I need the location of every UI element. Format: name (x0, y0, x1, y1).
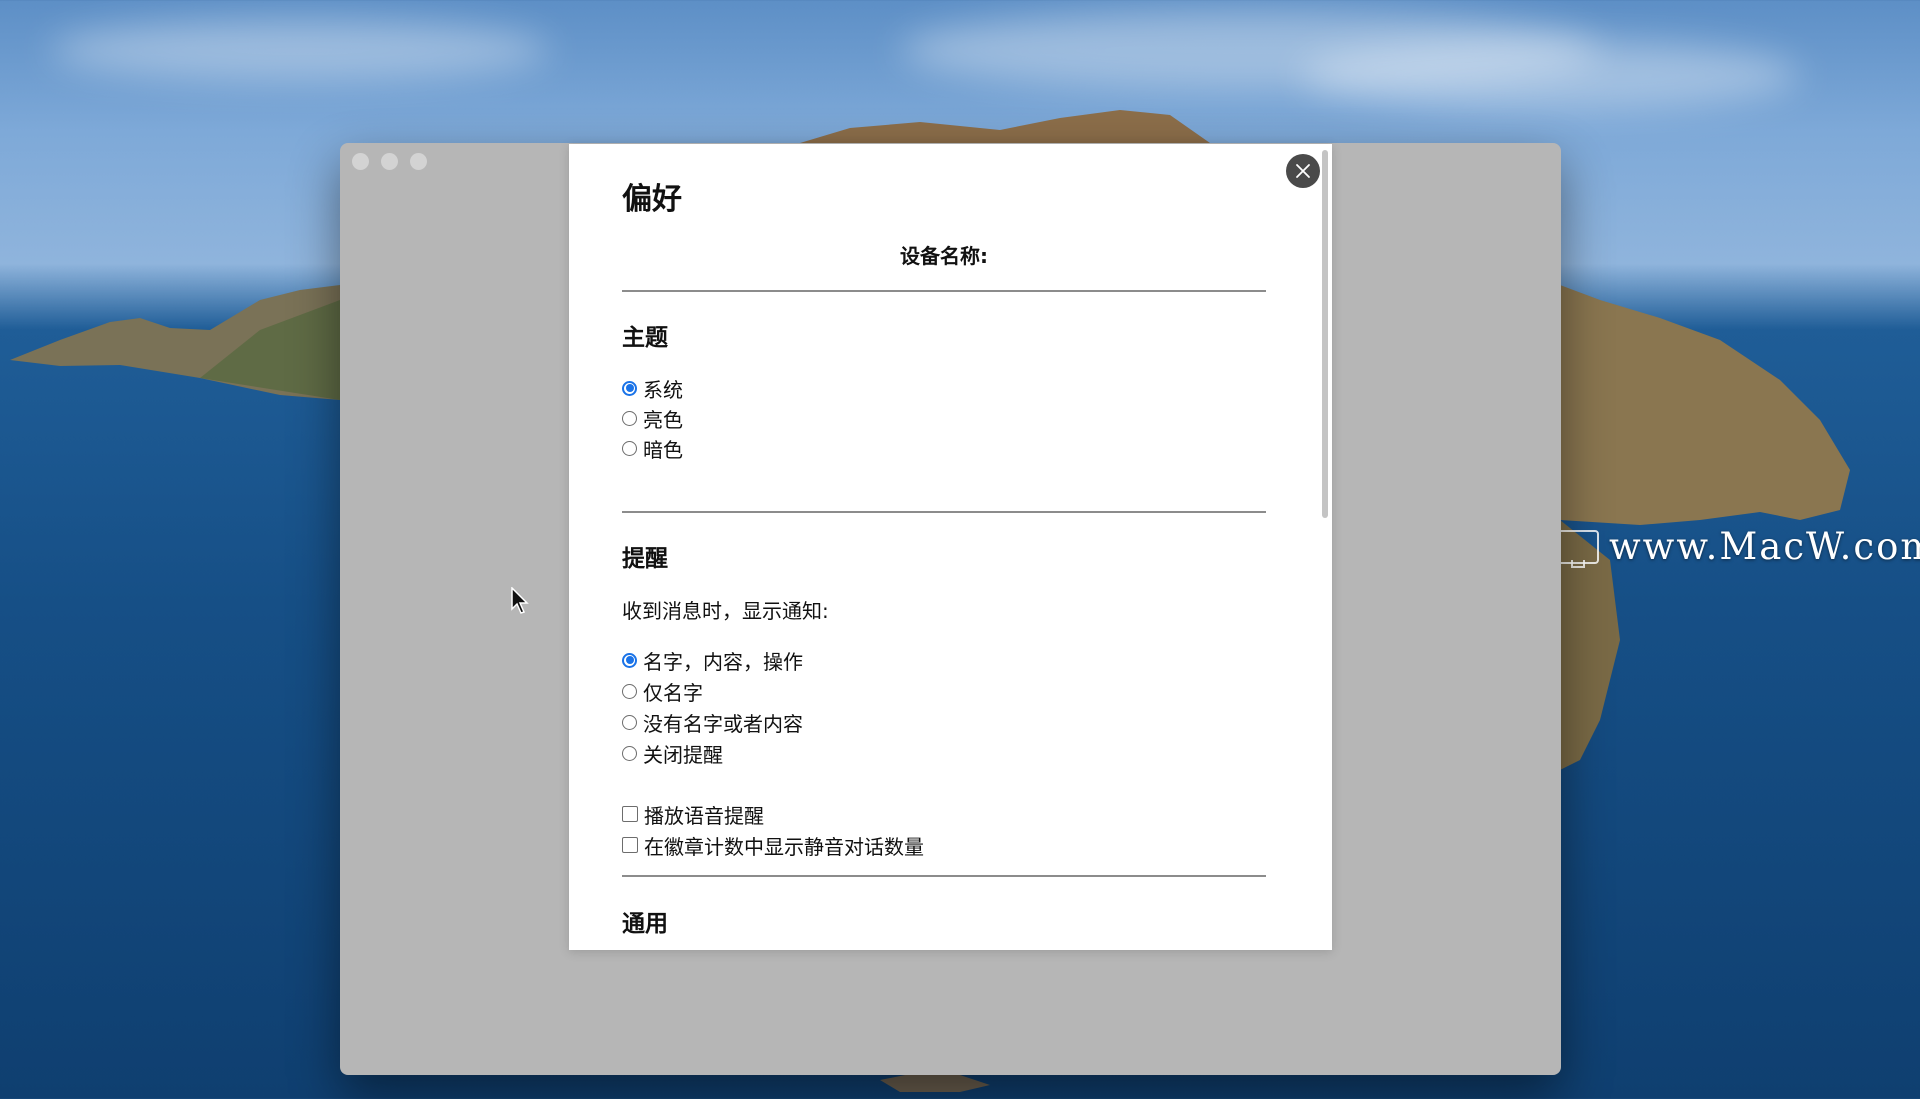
voice-alert-checkbox-row[interactable]: 播放语音提醒 (622, 800, 764, 828)
checkbox[interactable] (622, 806, 638, 822)
radio-button-selected[interactable] (622, 652, 637, 668)
theme-option-label: 亮色 (643, 407, 683, 432)
notify-option-label: 没有名字或者内容 (643, 711, 803, 736)
general-heading: 通用 (622, 911, 668, 937)
checkbox[interactable] (622, 837, 638, 853)
theme-option-label: 暗色 (643, 437, 683, 462)
monitor-icon (1555, 529, 1599, 568)
notifications-prompt: 收到消息时，显示通知: (622, 599, 829, 623)
checkbox-label: 播放语音提醒 (644, 803, 764, 828)
dialog-title: 偏好 (622, 182, 682, 217)
radio-button[interactable] (622, 440, 637, 456)
theme-heading: 主题 (622, 325, 668, 351)
theme-option-dark[interactable]: 暗色 (622, 434, 683, 462)
zoom-window-button[interactable] (410, 153, 427, 170)
radio-button[interactable] (622, 745, 637, 761)
close-window-button[interactable] (352, 153, 369, 170)
divider (622, 290, 1266, 292)
minimize-window-button[interactable] (381, 153, 398, 170)
mouse-pointer-icon (511, 587, 529, 614)
theme-option-light[interactable]: 亮色 (622, 404, 683, 432)
radio-button[interactable] (622, 714, 637, 730)
checkbox-label: 在徽章计数中显示静音对话数量 (644, 834, 924, 859)
preferences-dialog: 偏好 设备名称: 主题 系统 亮色 暗色 提醒 收到消息时，显示通知: 名字，内… (569, 144, 1332, 950)
divider (622, 875, 1266, 877)
theme-option-system[interactable]: 系统 (622, 374, 683, 402)
notify-option-name-only[interactable]: 仅名字 (622, 677, 703, 705)
window-controls (352, 153, 427, 170)
notify-option-none[interactable]: 没有名字或者内容 (622, 708, 803, 736)
notify-option-off[interactable]: 关闭提醒 (622, 739, 723, 767)
notify-option-label: 仅名字 (643, 680, 703, 705)
radio-button[interactable] (622, 410, 637, 426)
notify-option-label: 关闭提醒 (643, 742, 723, 767)
notifications-heading: 提醒 (622, 546, 668, 572)
watermark: www.MacW.com (1555, 525, 1920, 568)
close-dialog-button[interactable] (1286, 154, 1320, 188)
notify-option-label: 名字，内容，操作 (643, 649, 803, 674)
watermark-text: www.MacW.com (1609, 525, 1920, 568)
muted-badge-checkbox-row[interactable]: 在徽章计数中显示静音对话数量 (622, 831, 924, 859)
device-name-label: 设备名称: (900, 244, 988, 268)
radio-button[interactable] (622, 683, 637, 699)
theme-option-label: 系统 (643, 377, 683, 402)
radio-button-selected[interactable] (622, 380, 637, 396)
divider (622, 511, 1266, 513)
scrollbar-thumb[interactable] (1322, 150, 1328, 518)
notify-option-full[interactable]: 名字，内容，操作 (622, 646, 803, 674)
close-icon (1296, 164, 1310, 178)
